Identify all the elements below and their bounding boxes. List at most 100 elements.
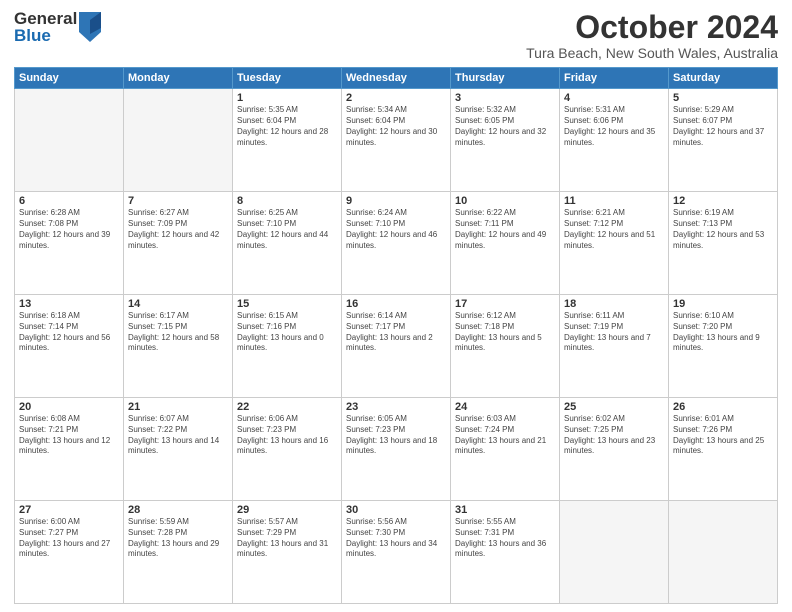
day-info: Sunrise: 6:02 AMSunset: 7:25 PMDaylight:…: [564, 414, 664, 457]
calendar-cell: 23Sunrise: 6:05 AMSunset: 7:23 PMDayligh…: [342, 398, 451, 501]
calendar-cell: [15, 89, 124, 192]
calendar-week-row: 6Sunrise: 6:28 AMSunset: 7:08 PMDaylight…: [15, 192, 778, 295]
day-number: 26: [673, 401, 773, 413]
day-info: Sunrise: 6:18 AMSunset: 7:14 PMDaylight:…: [19, 311, 119, 354]
day-number: 21: [128, 401, 228, 413]
calendar-week-row: 20Sunrise: 6:08 AMSunset: 7:21 PMDayligh…: [15, 398, 778, 501]
day-of-week-header: Friday: [560, 68, 669, 89]
calendar-cell: 26Sunrise: 6:01 AMSunset: 7:26 PMDayligh…: [669, 398, 778, 501]
day-number: 28: [128, 504, 228, 516]
day-number: 18: [564, 298, 664, 310]
calendar-cell: 6Sunrise: 6:28 AMSunset: 7:08 PMDaylight…: [15, 192, 124, 295]
day-number: 16: [346, 298, 446, 310]
location: Tura Beach, New South Wales, Australia: [526, 45, 778, 61]
day-info: Sunrise: 6:06 AMSunset: 7:23 PMDaylight:…: [237, 414, 337, 457]
calendar-cell: 14Sunrise: 6:17 AMSunset: 7:15 PMDayligh…: [124, 295, 233, 398]
day-number: 6: [19, 195, 119, 207]
day-info: Sunrise: 6:14 AMSunset: 7:17 PMDaylight:…: [346, 311, 446, 354]
day-of-week-header: Wednesday: [342, 68, 451, 89]
day-info: Sunrise: 6:00 AMSunset: 7:27 PMDaylight:…: [19, 517, 119, 560]
day-info: Sunrise: 6:22 AMSunset: 7:11 PMDaylight:…: [455, 208, 555, 251]
day-number: 15: [237, 298, 337, 310]
day-info: Sunrise: 5:32 AMSunset: 6:05 PMDaylight:…: [455, 105, 555, 148]
day-info: Sunrise: 6:28 AMSunset: 7:08 PMDaylight:…: [19, 208, 119, 251]
day-number: 10: [455, 195, 555, 207]
month-title: October 2024: [526, 10, 778, 45]
calendar-cell: 20Sunrise: 6:08 AMSunset: 7:21 PMDayligh…: [15, 398, 124, 501]
day-info: Sunrise: 5:31 AMSunset: 6:06 PMDaylight:…: [564, 105, 664, 148]
day-number: 27: [19, 504, 119, 516]
day-number: 9: [346, 195, 446, 207]
day-number: 31: [455, 504, 555, 516]
logo-general: General: [14, 10, 77, 27]
day-of-week-header: Tuesday: [233, 68, 342, 89]
day-number: 3: [455, 92, 555, 104]
day-info: Sunrise: 5:55 AMSunset: 7:31 PMDaylight:…: [455, 517, 555, 560]
day-info: Sunrise: 6:15 AMSunset: 7:16 PMDaylight:…: [237, 311, 337, 354]
day-number: 23: [346, 401, 446, 413]
day-number: 24: [455, 401, 555, 413]
day-info: Sunrise: 5:59 AMSunset: 7:28 PMDaylight:…: [128, 517, 228, 560]
calendar-cell: 5Sunrise: 5:29 AMSunset: 6:07 PMDaylight…: [669, 89, 778, 192]
calendar-cell: 1Sunrise: 5:35 AMSunset: 6:04 PMDaylight…: [233, 89, 342, 192]
day-info: Sunrise: 6:21 AMSunset: 7:12 PMDaylight:…: [564, 208, 664, 251]
calendar-week-row: 13Sunrise: 6:18 AMSunset: 7:14 PMDayligh…: [15, 295, 778, 398]
day-info: Sunrise: 6:11 AMSunset: 7:19 PMDaylight:…: [564, 311, 664, 354]
day-info: Sunrise: 5:29 AMSunset: 6:07 PMDaylight:…: [673, 105, 773, 148]
day-number: 5: [673, 92, 773, 104]
header: General Blue October 2024 Tura Beach, Ne…: [14, 10, 778, 61]
calendar-cell: 25Sunrise: 6:02 AMSunset: 7:25 PMDayligh…: [560, 398, 669, 501]
day-of-week-header: Thursday: [451, 68, 560, 89]
logo-icon: [79, 12, 101, 42]
day-info: Sunrise: 6:03 AMSunset: 7:24 PMDaylight:…: [455, 414, 555, 457]
logo-area: General Blue: [14, 10, 101, 44]
calendar-cell: [560, 501, 669, 604]
day-number: 30: [346, 504, 446, 516]
day-number: 12: [673, 195, 773, 207]
calendar-cell: 28Sunrise: 5:59 AMSunset: 7:28 PMDayligh…: [124, 501, 233, 604]
day-info: Sunrise: 6:05 AMSunset: 7:23 PMDaylight:…: [346, 414, 446, 457]
day-info: Sunrise: 6:27 AMSunset: 7:09 PMDaylight:…: [128, 208, 228, 251]
calendar-week-row: 27Sunrise: 6:00 AMSunset: 7:27 PMDayligh…: [15, 501, 778, 604]
day-info: Sunrise: 5:57 AMSunset: 7:29 PMDaylight:…: [237, 517, 337, 560]
logo-text: General Blue: [14, 10, 77, 44]
day-of-week-header: Saturday: [669, 68, 778, 89]
day-info: Sunrise: 6:08 AMSunset: 7:21 PMDaylight:…: [19, 414, 119, 457]
calendar-cell: 8Sunrise: 6:25 AMSunset: 7:10 PMDaylight…: [233, 192, 342, 295]
calendar-cell: [124, 89, 233, 192]
day-info: Sunrise: 5:35 AMSunset: 6:04 PMDaylight:…: [237, 105, 337, 148]
day-info: Sunrise: 6:17 AMSunset: 7:15 PMDaylight:…: [128, 311, 228, 354]
calendar-table: SundayMondayTuesdayWednesdayThursdayFrid…: [14, 67, 778, 604]
day-number: 20: [19, 401, 119, 413]
title-area: October 2024 Tura Beach, New South Wales…: [526, 10, 778, 61]
day-info: Sunrise: 6:12 AMSunset: 7:18 PMDaylight:…: [455, 311, 555, 354]
calendar-cell: 22Sunrise: 6:06 AMSunset: 7:23 PMDayligh…: [233, 398, 342, 501]
calendar-cell: 18Sunrise: 6:11 AMSunset: 7:19 PMDayligh…: [560, 295, 669, 398]
day-number: 7: [128, 195, 228, 207]
calendar-cell: 9Sunrise: 6:24 AMSunset: 7:10 PMDaylight…: [342, 192, 451, 295]
calendar-cell: 19Sunrise: 6:10 AMSunset: 7:20 PMDayligh…: [669, 295, 778, 398]
day-number: 29: [237, 504, 337, 516]
calendar-cell: 24Sunrise: 6:03 AMSunset: 7:24 PMDayligh…: [451, 398, 560, 501]
day-number: 19: [673, 298, 773, 310]
calendar-cell: 15Sunrise: 6:15 AMSunset: 7:16 PMDayligh…: [233, 295, 342, 398]
day-number: 8: [237, 195, 337, 207]
day-info: Sunrise: 6:10 AMSunset: 7:20 PMDaylight:…: [673, 311, 773, 354]
day-number: 22: [237, 401, 337, 413]
day-number: 17: [455, 298, 555, 310]
calendar-cell: 12Sunrise: 6:19 AMSunset: 7:13 PMDayligh…: [669, 192, 778, 295]
calendar-cell: 11Sunrise: 6:21 AMSunset: 7:12 PMDayligh…: [560, 192, 669, 295]
calendar-cell: 31Sunrise: 5:55 AMSunset: 7:31 PMDayligh…: [451, 501, 560, 604]
day-info: Sunrise: 6:24 AMSunset: 7:10 PMDaylight:…: [346, 208, 446, 251]
calendar-cell: 27Sunrise: 6:00 AMSunset: 7:27 PMDayligh…: [15, 501, 124, 604]
calendar-cell: [669, 501, 778, 604]
day-info: Sunrise: 5:56 AMSunset: 7:30 PMDaylight:…: [346, 517, 446, 560]
calendar-cell: 17Sunrise: 6:12 AMSunset: 7:18 PMDayligh…: [451, 295, 560, 398]
day-info: Sunrise: 6:07 AMSunset: 7:22 PMDaylight:…: [128, 414, 228, 457]
calendar-cell: 2Sunrise: 5:34 AMSunset: 6:04 PMDaylight…: [342, 89, 451, 192]
day-info: Sunrise: 6:25 AMSunset: 7:10 PMDaylight:…: [237, 208, 337, 251]
calendar-cell: 21Sunrise: 6:07 AMSunset: 7:22 PMDayligh…: [124, 398, 233, 501]
logo-blue: Blue: [14, 27, 77, 44]
day-number: 1: [237, 92, 337, 104]
calendar-cell: 4Sunrise: 5:31 AMSunset: 6:06 PMDaylight…: [560, 89, 669, 192]
